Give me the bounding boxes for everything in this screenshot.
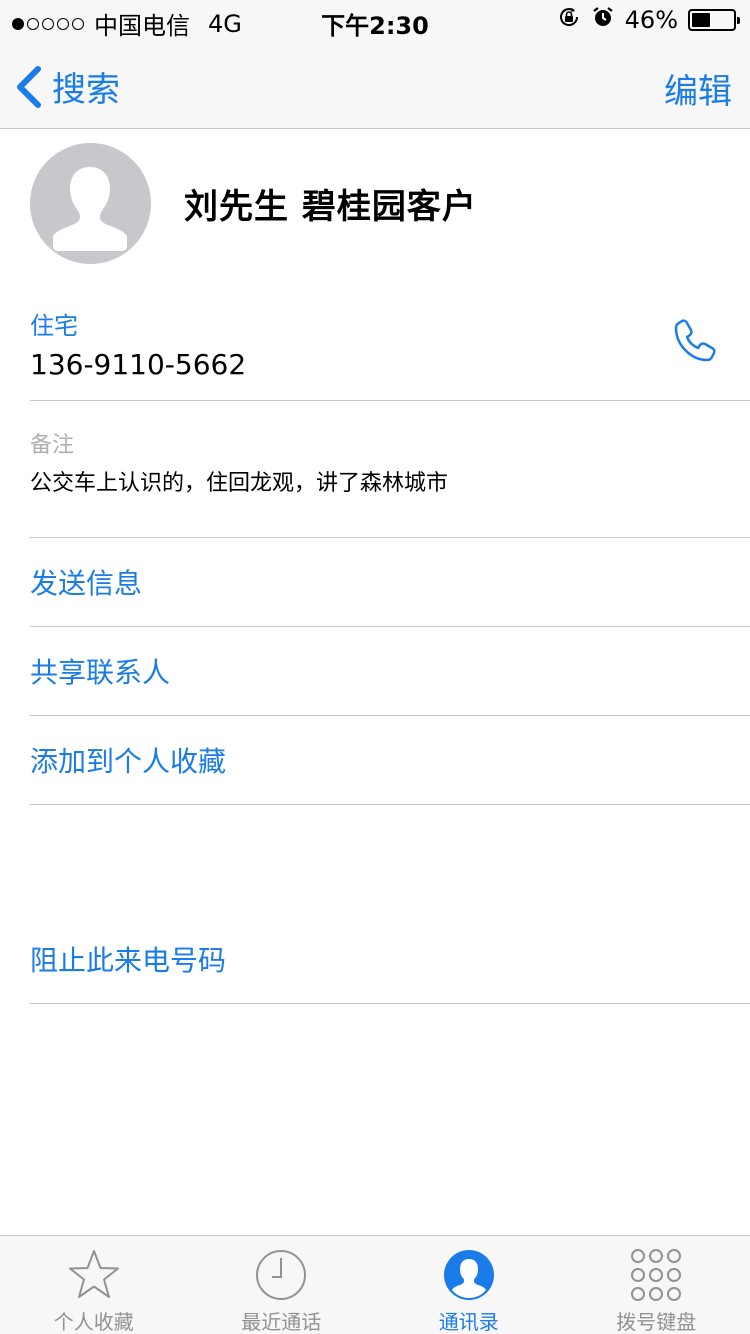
clock-icon [254,1248,308,1302]
status-right: 46% [557,5,740,35]
tab-label: 最近通话 [241,1310,322,1334]
notes-row[interactable]: 备注 公交车上认识的，住回龙观，讲了森林城市 [30,401,750,538]
block-caller-button[interactable]: 阻止此来电号码 [30,915,750,1004]
tab-keypad[interactable]: 拨号键盘 [563,1236,750,1334]
star-icon [66,1248,122,1302]
phone-number[interactable]: 136-9110-5662 [30,348,246,381]
battery-fill [692,13,711,27]
navigation-bar: 搜索 编辑 [0,40,750,129]
orientation-lock-icon [557,5,581,35]
notes-label: 备注 [30,433,75,458]
back-button-label: 搜索 [52,70,120,110]
battery-icon [688,9,740,31]
contact-name: 刘先生 碧桂园客户 [184,187,477,227]
tab-contacts[interactable]: 通讯录 [375,1236,563,1334]
tab-label: 拨号键盘 [616,1310,697,1334]
chevron-left-icon [17,65,41,108]
share-contact-button[interactable]: 共享联系人 [30,627,750,716]
add-to-favorites-button[interactable]: 添加到个人收藏 [30,716,750,805]
person-silhouette-icon [53,167,127,251]
edit-button[interactable]: 编辑 [664,64,732,113]
tab-favorites[interactable]: 个人收藏 [0,1236,188,1334]
back-button[interactable]: 搜索 [14,62,120,111]
notes-text: 公交车上认识的，住回龙观，讲了森林城市 [30,471,449,496]
status-bar: 中国电信 4G 下午2:30 46% [0,0,750,40]
tab-bar: 个人收藏 最近通话 通讯录 拨号键盘 [0,1235,750,1334]
battery-percent: 46% [624,6,678,34]
contact-header: 刘先生 碧桂园客户 [30,143,477,264]
tab-recents[interactable]: 最近通话 [188,1236,376,1334]
tab-label: 个人收藏 [53,1310,134,1334]
alarm-icon [591,5,615,35]
phone-call-icon[interactable] [672,316,720,368]
contacts-icon [442,1248,496,1302]
avatar[interactable] [30,143,151,264]
send-message-button[interactable]: 发送信息 [30,538,750,627]
keypad-icon [629,1248,683,1302]
phone-row[interactable]: 住宅 136-9110-5662 [30,290,750,401]
tab-label: 通讯录 [438,1310,499,1334]
phone-label: 住宅 [30,312,78,340]
